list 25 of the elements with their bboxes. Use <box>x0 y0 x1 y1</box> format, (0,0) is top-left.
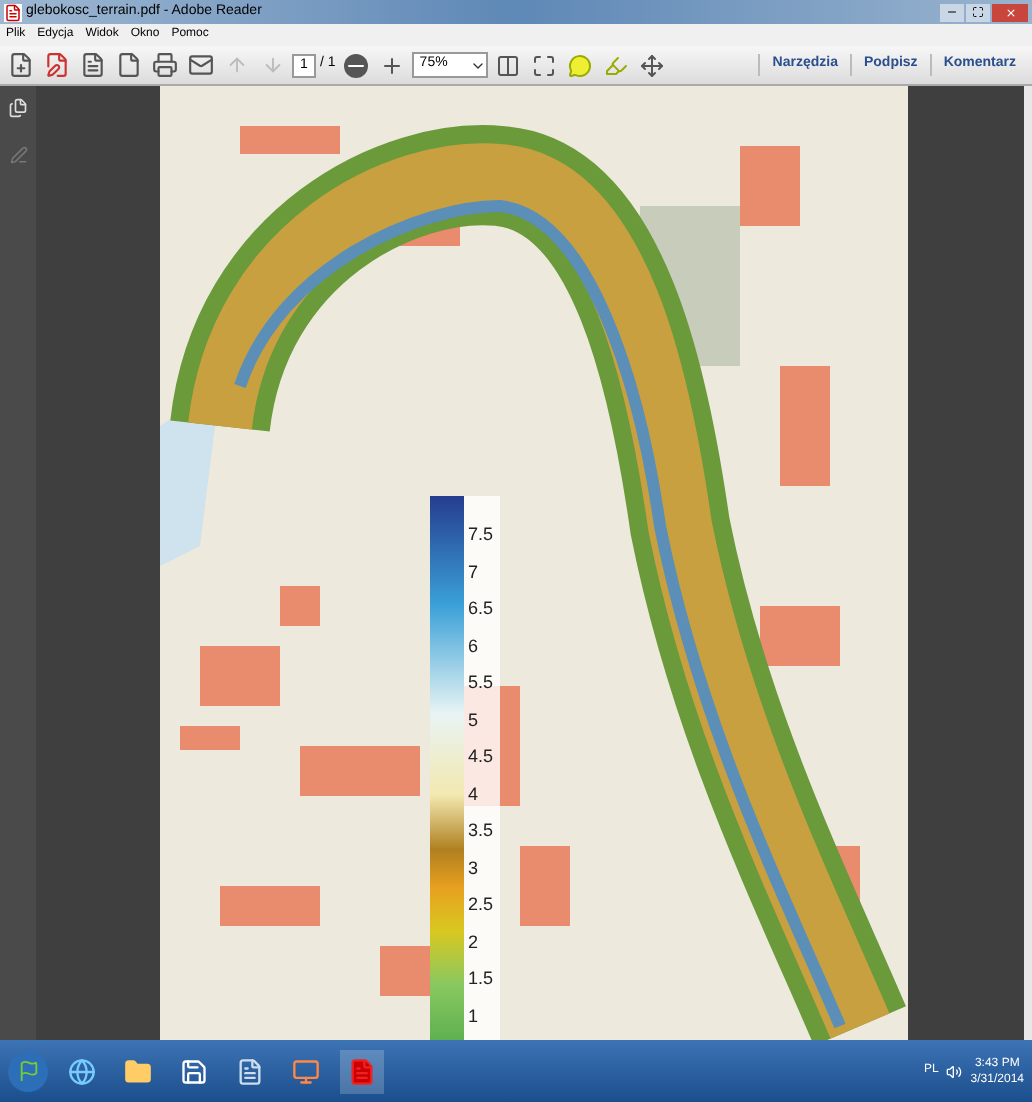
scale-label: 5 <box>468 707 481 733</box>
scale-label: 7 <box>468 559 481 585</box>
scale-label: 5.5 <box>468 670 494 696</box>
scale-label: 2 <box>468 929 481 955</box>
minimize-icon <box>946 6 958 18</box>
minimize-button[interactable] <box>940 3 964 21</box>
scale-label: 4.5 <box>468 744 494 770</box>
start-button[interactable] <box>8 1051 48 1091</box>
volume-icon[interactable] <box>946 1063 963 1079</box>
scale-label: 2.5 <box>468 892 494 918</box>
mail-icon[interactable] <box>184 49 216 81</box>
pdf-icon <box>4 3 22 21</box>
print-icon[interactable] <box>148 49 180 81</box>
scale-label: 3 <box>468 855 481 881</box>
scale-label: 6 <box>468 633 481 659</box>
zoom-out-icon[interactable] <box>339 49 372 81</box>
maximize-button[interactable] <box>966 3 990 21</box>
scale-label: 1.5 <box>468 966 494 992</box>
scale-label: 1 <box>468 1003 481 1029</box>
scale-label: 7.5 <box>468 522 494 548</box>
scale-label: 4 <box>468 781 481 807</box>
pages-icon[interactable] <box>8 98 28 118</box>
move-icon[interactable] <box>635 49 668 81</box>
scale-label: 3.5 <box>468 818 494 844</box>
scale-label: 6.5 <box>468 596 494 622</box>
